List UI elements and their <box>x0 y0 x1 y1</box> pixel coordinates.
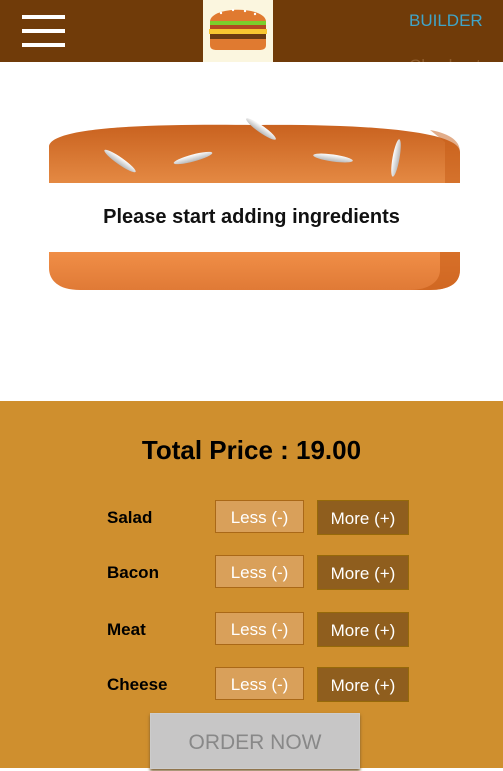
more-salad-button[interactable]: More (+) <box>317 500 409 535</box>
logo-salad <box>210 21 266 25</box>
order-now-button[interactable]: ORDER NOW <box>150 713 360 769</box>
ingredient-label-cheese: Cheese <box>107 675 168 694</box>
start-adding-message: Please start adding ingredients <box>103 206 400 228</box>
logo-bacon <box>210 25 266 29</box>
less-bacon-button[interactable]: Less (-) <box>215 555 304 588</box>
ingredient-label-bacon: Bacon <box>107 563 159 582</box>
menu-toggle-button[interactable] <box>22 15 65 47</box>
less-cheese-button[interactable]: Less (-) <box>215 667 304 700</box>
total-price: Total Price : 19.00 <box>0 435 503 466</box>
burger-logo-icon <box>209 8 267 50</box>
menu-line <box>22 15 65 19</box>
menu-line <box>22 29 65 33</box>
less-salad-button[interactable]: Less (-) <box>215 500 304 533</box>
logo-meat <box>210 34 266 39</box>
total-price-value: 19.00 <box>296 435 362 465</box>
total-price-label: Total Price : <box>141 435 297 465</box>
bottom-bun <box>49 252 460 290</box>
more-bacon-button[interactable]: More (+) <box>317 555 409 590</box>
more-meat-button[interactable]: More (+) <box>317 612 409 647</box>
burger-graphic <box>49 118 460 290</box>
ingredient-label-salad: Salad <box>107 508 153 527</box>
build-controls: Total Price : 19.00 Salad Less (-) More … <box>0 401 503 769</box>
control-row-meat: Meat Less (-) More (+) <box>0 612 503 648</box>
less-meat-button[interactable]: Less (-) <box>215 612 304 645</box>
more-cheese-button[interactable]: More (+) <box>317 667 409 702</box>
logo-bottom-bun <box>210 39 266 50</box>
logo-cheese <box>209 29 267 34</box>
nav-link-builder[interactable]: BUILDER <box>409 11 483 31</box>
menu-line <box>22 43 65 47</box>
logo-top-bun <box>210 9 266 21</box>
burger-preview: Please start adding ingredients <box>0 62 503 401</box>
toolbar: BUILDER Checkout <box>0 0 503 75</box>
control-row-salad: Salad Less (-) More (+) <box>0 500 503 536</box>
control-row-bacon: Bacon Less (-) More (+) <box>0 555 503 591</box>
control-row-cheese: Cheese Less (-) More (+) <box>0 667 503 703</box>
ingredient-label-meat: Meat <box>107 620 146 639</box>
logo[interactable] <box>203 0 273 62</box>
